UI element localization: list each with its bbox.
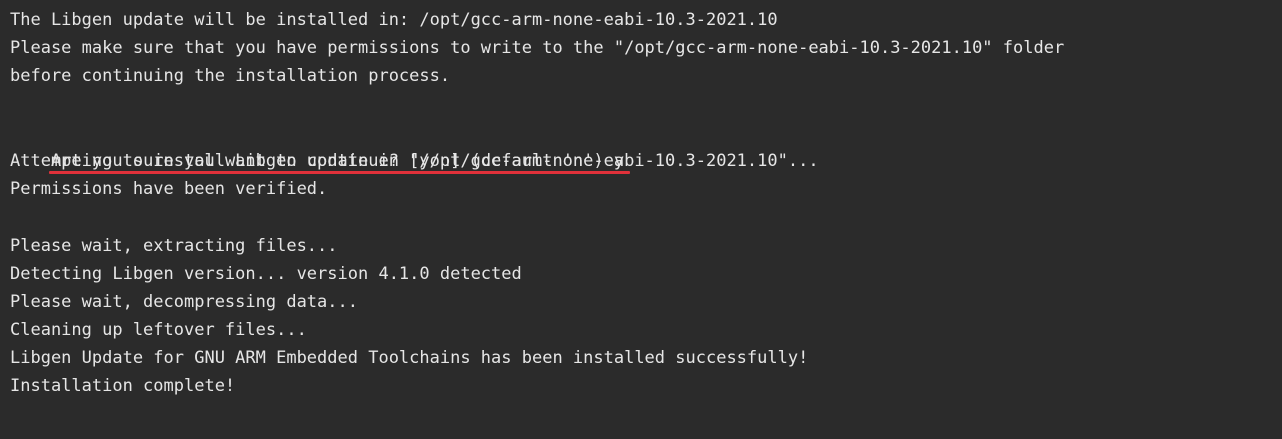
terminal-window[interactable]: The Libgen update will be installed in: … [0,0,1282,439]
terminal-line: Please wait, extracting files... [10,235,338,256]
terminal-line: Attempting to install Libgen update in "… [10,150,819,171]
confirmation-prompt-line: Are you sure you want to continue? [y/n]… [10,119,1282,175]
terminal-line: Please make sure that you have permissio… [10,38,1065,59]
terminal-line: Detecting Libgen version... version 4.1.… [10,263,522,284]
terminal-line: Libgen Update for GNU ARM Embedded Toolc… [10,348,809,369]
terminal-line: before continuing the installation proce… [10,66,451,87]
terminal-line: Cleaning up leftover files... [10,320,307,341]
terminal-line: The Libgen update will be installed in: … [10,10,778,30]
terminal-line: Please wait, decompressing data... [10,291,358,312]
terminal-line: Installation complete! [10,376,236,397]
terminal-line: Permissions have been verified. [10,179,328,200]
